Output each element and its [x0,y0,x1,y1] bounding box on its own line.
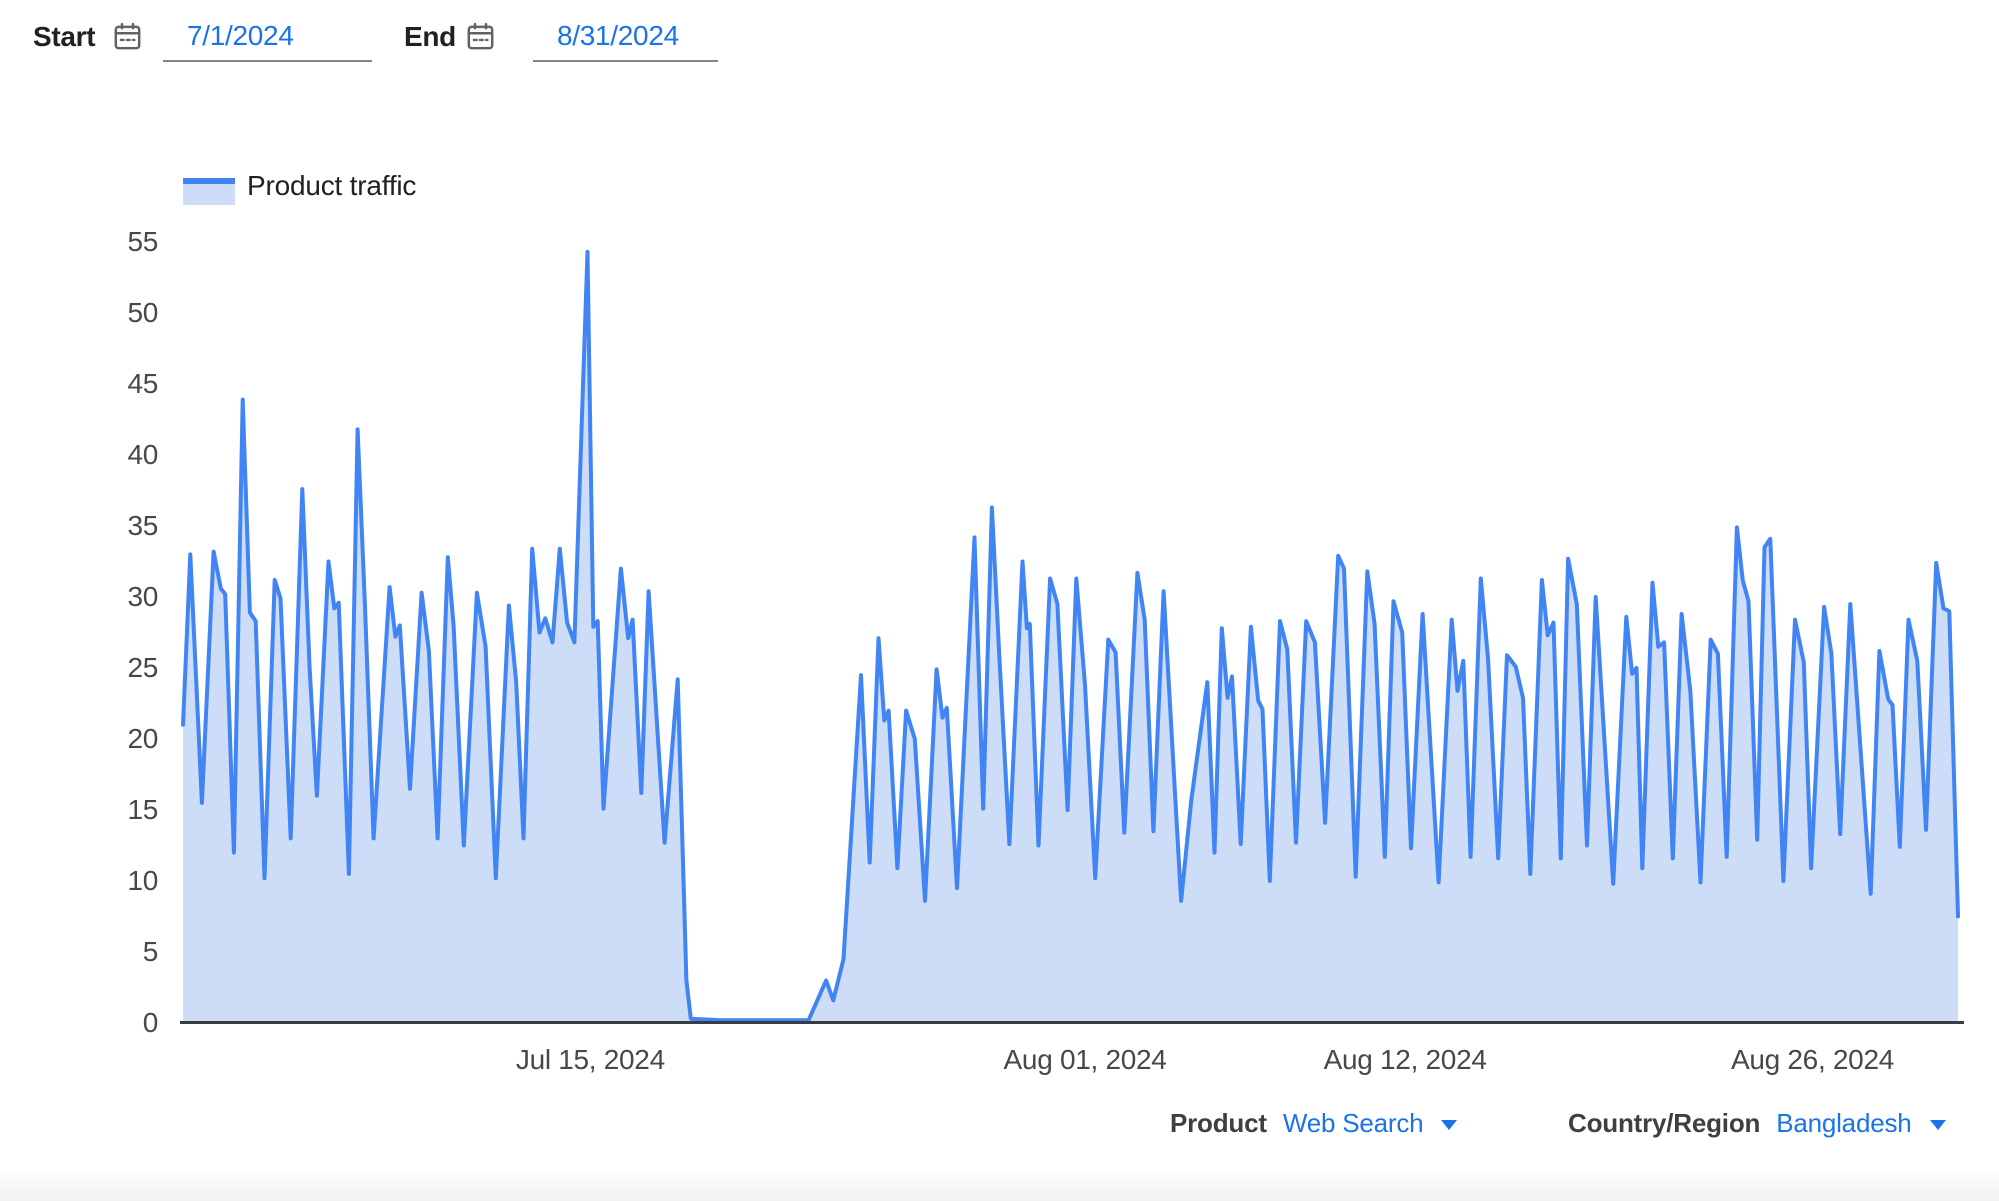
x-tick-label: Aug 26, 2024 [1693,1043,1933,1077]
product-selector[interactable]: Product Web Search [1170,1108,1457,1139]
end-date-value: 8/31/2024 [533,12,718,60]
y-tick-label: 10 [50,864,158,898]
y-tick-label: 35 [50,509,158,543]
y-tick-label: 0 [50,1006,158,1040]
traffic-area-chart [183,242,1958,1023]
country-region-label: Country/Region [1568,1108,1760,1139]
y-tick-label: 25 [50,651,158,685]
chart-legend: Product traffic [183,170,416,205]
country-region-value[interactable]: Bangladesh [1776,1108,1911,1139]
country-region-selector[interactable]: Country/Region Bangladesh [1568,1108,1946,1139]
y-tick-label: 55 [50,225,158,259]
y-tick-label: 30 [50,580,158,614]
x-tick-label: Jul 15, 2024 [470,1043,710,1077]
x-axis-line [180,1021,1964,1024]
y-tick-label: 15 [50,793,158,827]
y-tick-label: 20 [50,722,158,756]
legend-area-swatch [183,178,235,205]
product-label: Product [1170,1108,1267,1139]
end-date-input[interactable]: 8/31/2024 [533,12,718,62]
bottom-scroll-fade [0,1168,1999,1201]
product-value[interactable]: Web Search [1283,1108,1424,1139]
calendar-icon[interactable] [464,20,497,53]
legend-label: Product traffic [247,170,416,202]
y-tick-label: 5 [50,935,158,969]
x-tick-label: Aug 01, 2024 [965,1043,1205,1077]
y-tick-label: 40 [50,438,158,472]
end-date-label: End [404,21,456,53]
chevron-down-icon[interactable] [1441,1120,1457,1130]
x-tick-label: Aug 12, 2024 [1285,1043,1525,1077]
traffic-area-fill [183,252,1958,1023]
y-tick-label: 50 [50,296,158,330]
chevron-down-icon[interactable] [1930,1120,1946,1130]
y-tick-label: 45 [50,367,158,401]
calendar-icon[interactable] [111,20,144,53]
start-date-input[interactable]: 7/1/2024 [163,12,372,62]
date-range-bar: Start 7/1/2024 End 8/31/2024 [0,0,1999,80]
start-date-value: 7/1/2024 [163,12,372,60]
start-date-label: Start [33,21,95,53]
